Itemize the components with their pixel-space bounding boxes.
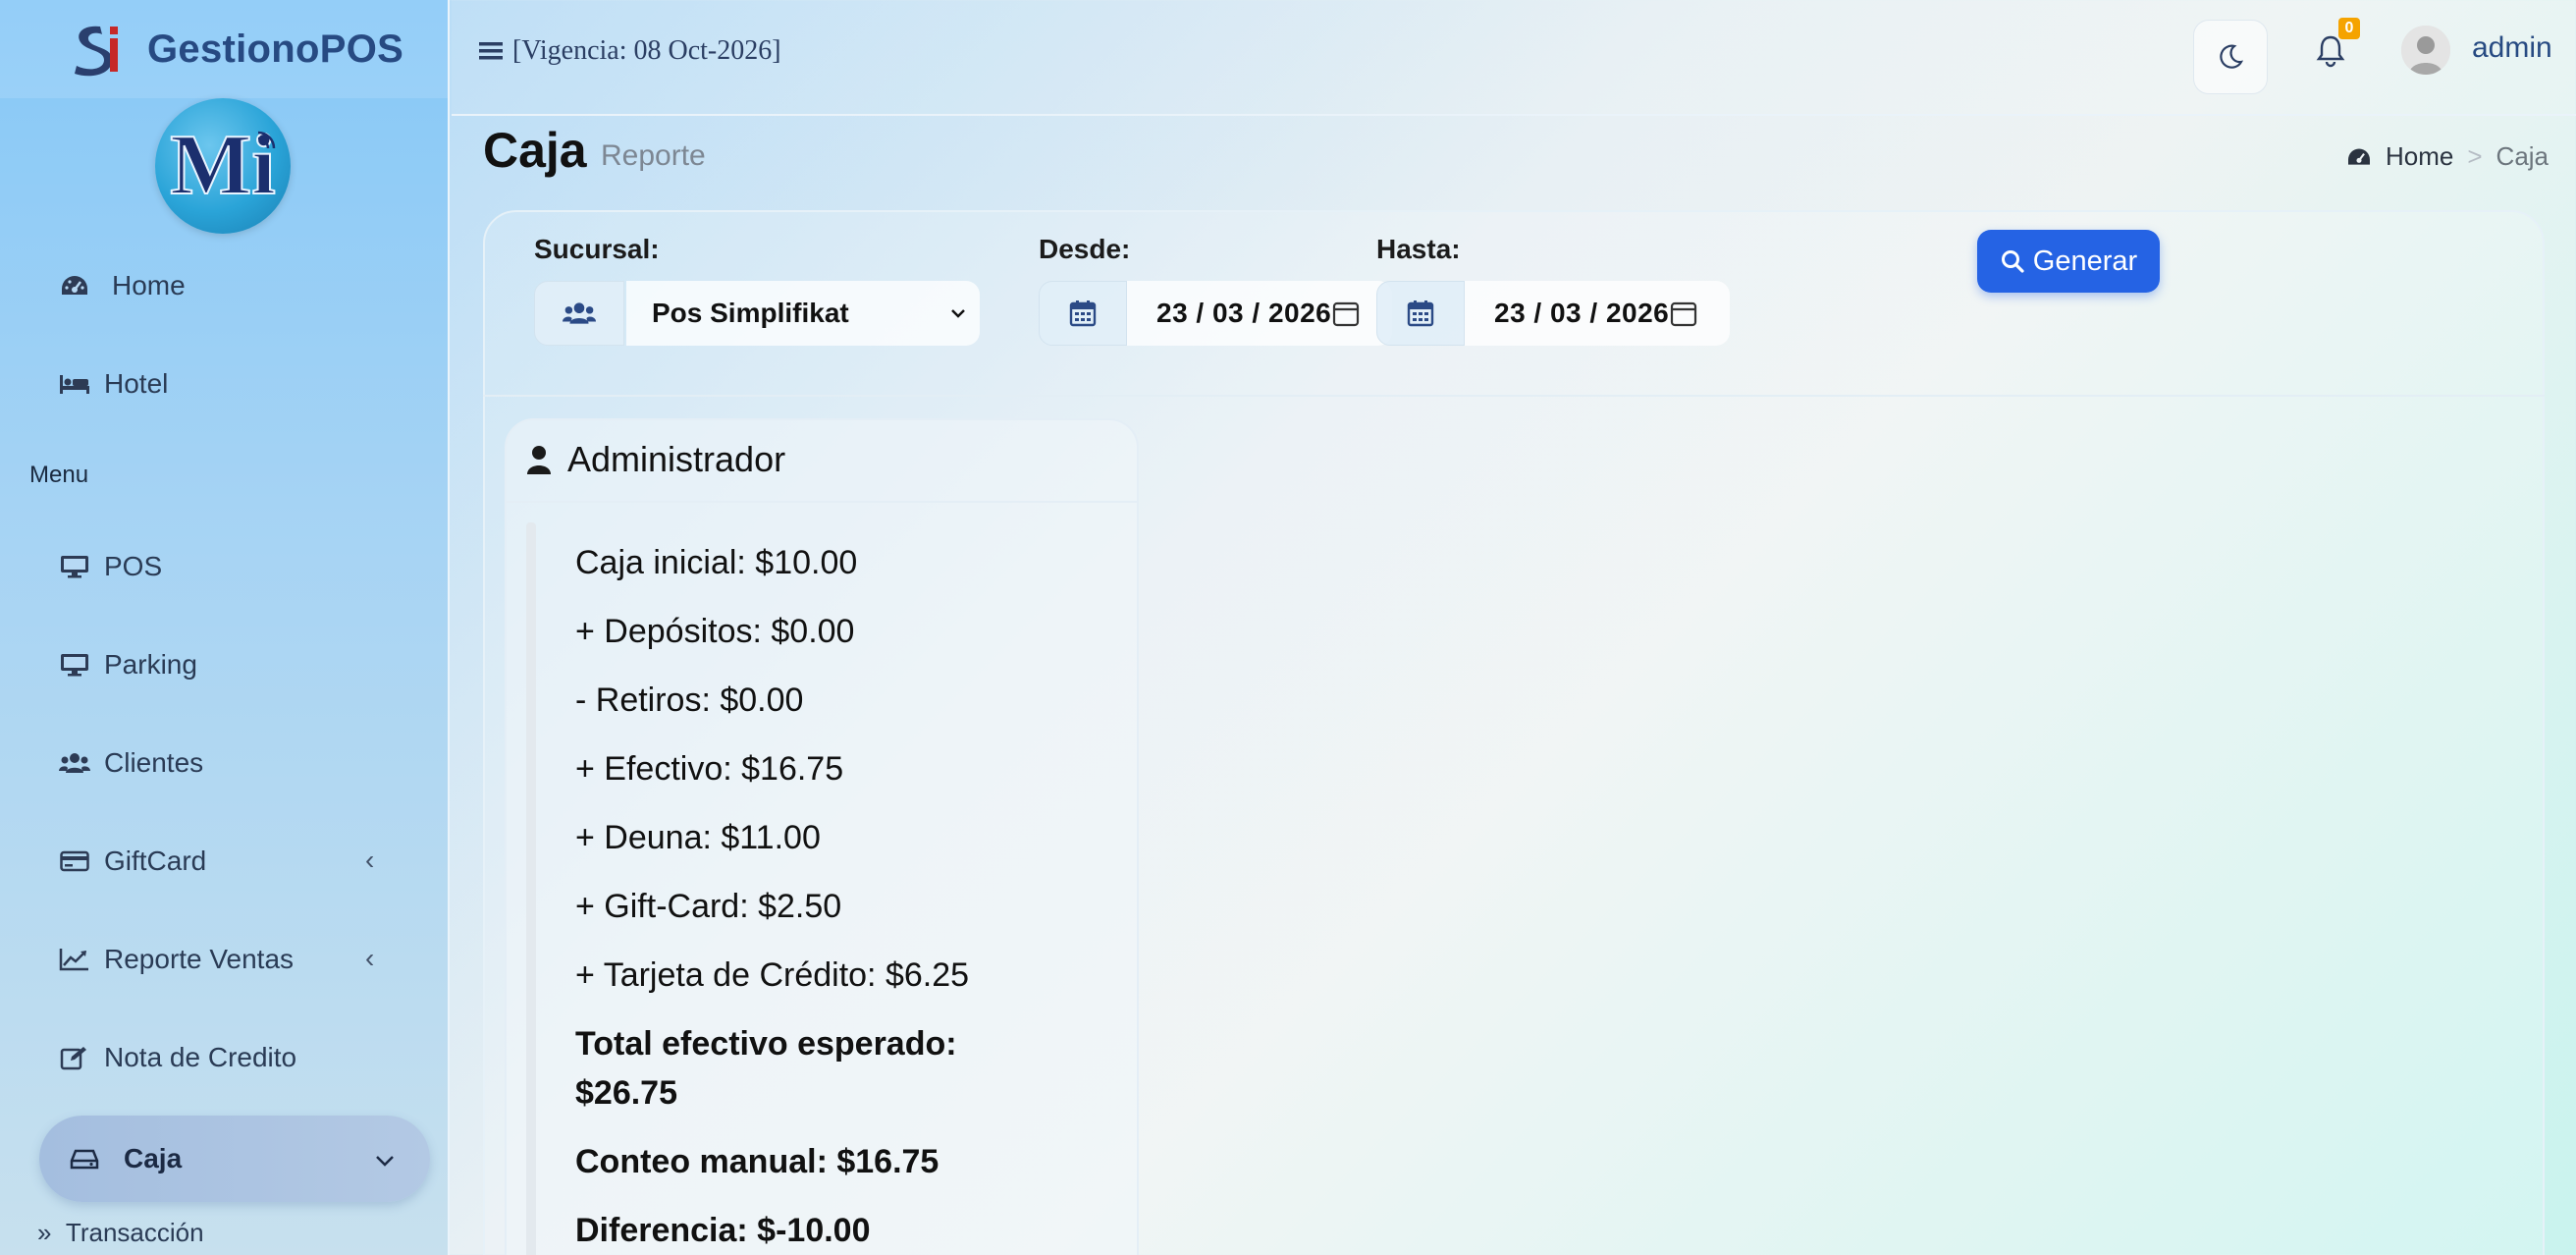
user-icon [527, 446, 551, 474]
users-icon [563, 302, 596, 324]
total-esperado-value: $26.75 [575, 1074, 677, 1112]
users-addon [534, 281, 624, 346]
generar-button[interactable]: Generar [1977, 230, 2160, 293]
generar-label: Generar [2032, 245, 2138, 277]
sidebar-item-nota-credito[interactable]: Nota de Credito [57, 1033, 296, 1082]
admin-card-title: Administrador [567, 439, 786, 479]
total-esperado-label: Total efectivo esperado: [575, 1025, 957, 1063]
calendar-picker-icon[interactable] [1331, 299, 1361, 335]
calendar-icon [1069, 300, 1097, 327]
sidebar-item-label: Caja [124, 1143, 183, 1173]
search-icon [2001, 250, 2024, 273]
chevron-left-icon[interactable]: ‹ [365, 845, 374, 876]
page-subtitle: Reporte [601, 139, 706, 172]
sidebar-item-home[interactable]: Home [57, 261, 186, 310]
dashboard-icon [2348, 148, 2370, 165]
diferencia-line: Diferencia: $-10.00 [575, 1212, 871, 1249]
vigencia-text: [Vigencia: 08 Oct-2026] [512, 35, 781, 66]
calendar-icon [1407, 300, 1434, 327]
sucursal-label: Sucursal: [534, 234, 660, 264]
deuna-line: + Deuna: $11.00 [575, 819, 821, 856]
sidebar-item-label: Transacción [65, 1218, 204, 1247]
hdd-icon [67, 1147, 102, 1171]
desktop-icon [57, 650, 92, 680]
edit-icon [57, 1043, 92, 1072]
moon-icon [2220, 44, 2244, 69]
breadcrumb-separator: > [2467, 141, 2483, 171]
calendar-addon [1039, 281, 1127, 346]
hamburger-icon [479, 42, 503, 60]
hasta-label: Hasta: [1376, 234, 1461, 264]
brand-logo-icon [67, 19, 128, 80]
breadcrumb-home[interactable]: Home [2386, 141, 2453, 172]
calendar-picker-icon[interactable] [1669, 299, 1698, 335]
tarjeta-credito-line: + Tarjeta de Crédito: $6.25 [575, 956, 970, 994]
dashboard-icon [57, 271, 92, 300]
sidebar-item-label: POS [104, 551, 163, 581]
brand[interactable]: GestionoPOS [0, 0, 448, 98]
sidebar: GestionoPOS Mi Home Hotel Menu POS Parki… [0, 0, 450, 1255]
menu-toggle[interactable]: [Vigencia: 08 Oct-2026] [479, 35, 781, 67]
chevron-left-icon[interactable]: ‹ [365, 943, 374, 974]
chevron-down-icon [948, 300, 968, 332]
sidebar-item-clientes[interactable]: Clientes [57, 738, 203, 788]
sidebar-subitem-transaccion[interactable]: » Transacción [37, 1218, 204, 1248]
divider [483, 395, 2545, 397]
user-name[interactable]: admin [2472, 31, 2552, 65]
notification-badge: 0 [2338, 18, 2360, 39]
efectivo-line: + Efectivo: $16.75 [575, 750, 844, 788]
users-icon [57, 748, 92, 778]
calendar-addon [1376, 281, 1465, 346]
page-title: Caja [483, 123, 587, 178]
giftcard-line: + Gift-Card: $2.50 [575, 888, 842, 925]
sidebar-menu-header: Menu [29, 462, 89, 488]
company-logo: Mi [155, 98, 291, 234]
sidebar-item-parking[interactable]: Parking [57, 640, 197, 689]
desde-label: Desde: [1039, 234, 1131, 264]
topbar: [Vigencia: 08 Oct-2026] 0 admin [452, 0, 2576, 116]
credit-card-icon [57, 846, 92, 876]
caja-inicial-line: Caja inicial: $10.00 [575, 544, 858, 581]
hasta-date-input[interactable]: 23 / 03 / 2026 [1465, 281, 1730, 346]
sidebar-item-hotel[interactable]: Hotel [57, 359, 168, 409]
sidebar-item-label: Clientes [104, 747, 204, 778]
sidebar-item-label: Nota de Credito [104, 1042, 297, 1072]
sucursal-select[interactable]: Pos Simplifikat [626, 281, 980, 346]
desde-value: 23 / 03 / 2026 [1156, 298, 1332, 328]
conteo-manual-line: Conteo manual: $16.75 [575, 1143, 939, 1180]
sidebar-item-label: Parking [104, 649, 197, 680]
avatar[interactable] [2401, 26, 2450, 75]
line-chart-icon [57, 945, 92, 974]
retiros-line: - Retiros: $0.00 [575, 682, 804, 719]
sidebar-item-pos[interactable]: POS [57, 542, 162, 591]
theme-toggle-button[interactable] [2193, 20, 2268, 94]
chevron-down-icon [375, 1143, 395, 1174]
depositos-line: + Depósitos: $0.00 [575, 613, 855, 650]
sidebar-item-label: GiftCard [104, 846, 207, 876]
sidebar-item-label: Home [112, 270, 186, 300]
hasta-value: 23 / 03 / 2026 [1494, 298, 1670, 328]
admin-card-accent-bar [526, 522, 536, 1255]
sidebar-item-label: Hotel [104, 368, 169, 399]
sucursal-value: Pos Simplifikat [652, 298, 849, 328]
breadcrumb: Home > Caja [2346, 141, 2549, 172]
breadcrumb-current: Caja [2496, 141, 2549, 171]
desktop-icon [57, 552, 92, 581]
bed-icon [57, 369, 92, 399]
sidebar-item-giftcard[interactable]: GiftCard [57, 837, 206, 886]
sidebar-item-caja[interactable]: Caja [39, 1116, 430, 1202]
sidebar-item-label: Reporte Ventas [104, 944, 295, 974]
sidebar-item-reporte-ventas[interactable]: Reporte Ventas [57, 935, 294, 984]
brand-name: GestionoPOS [147, 27, 404, 71]
admin-card-header: Administrador [505, 418, 1139, 503]
desde-date-input[interactable]: 23 / 03 / 2026 [1127, 281, 1392, 346]
